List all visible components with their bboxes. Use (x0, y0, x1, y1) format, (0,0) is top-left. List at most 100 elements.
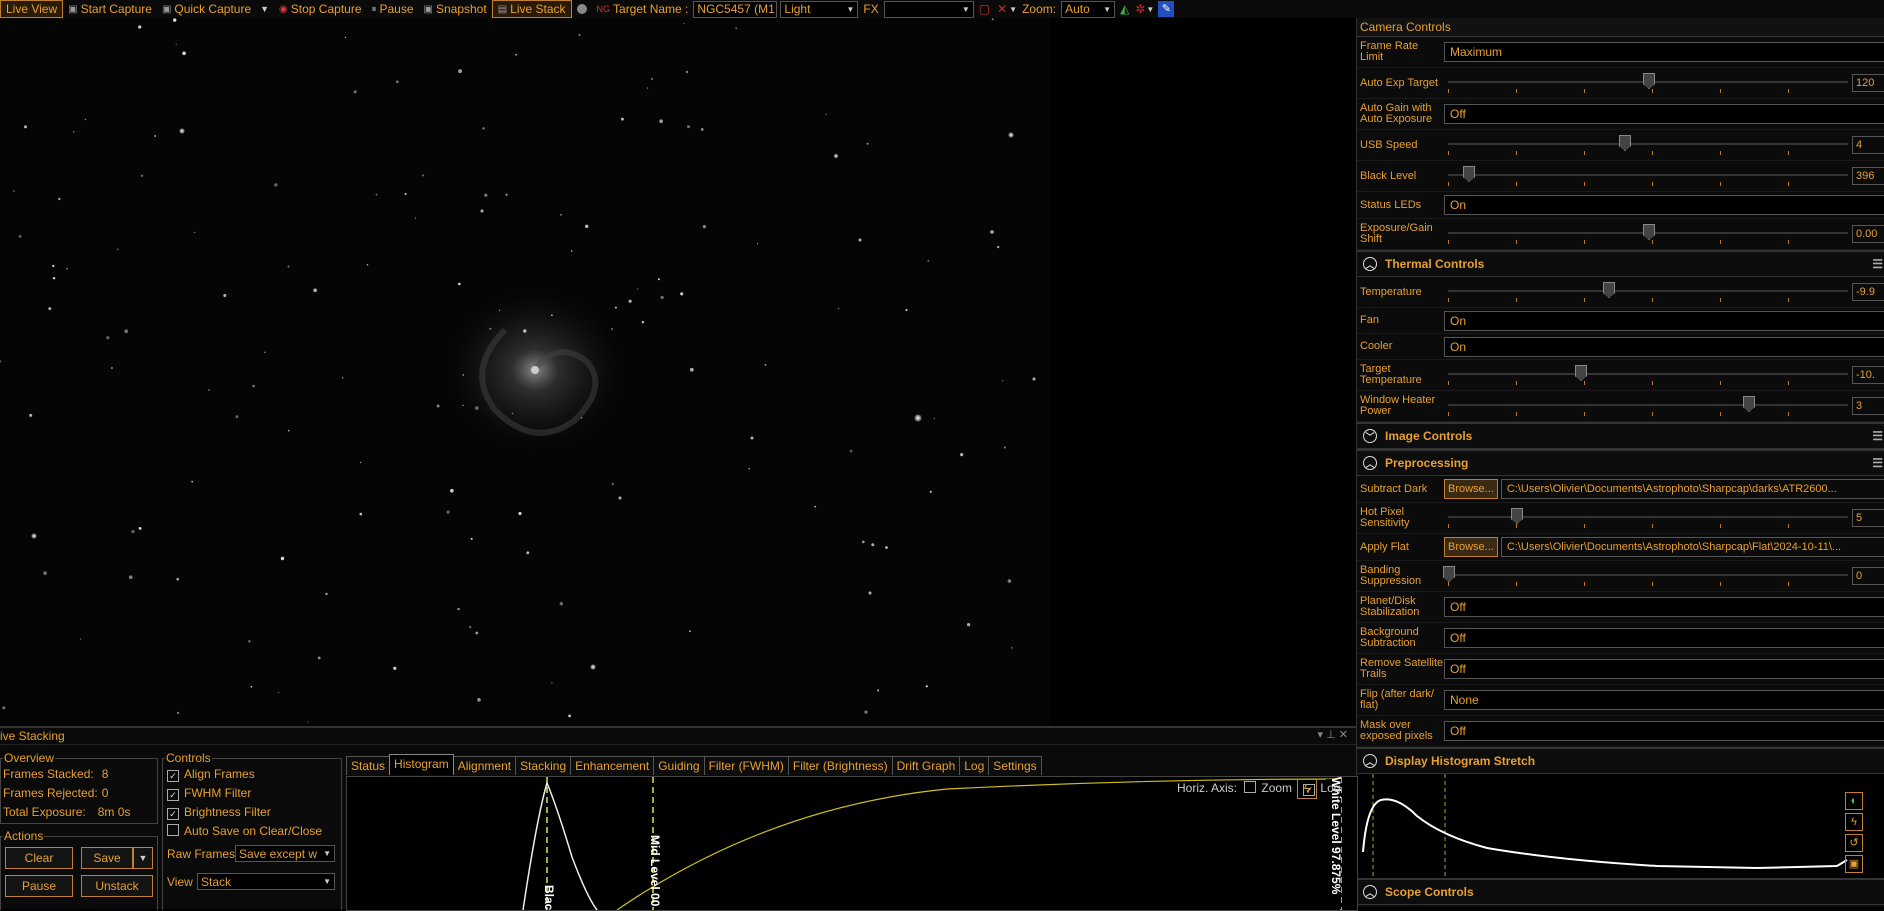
black-level-value[interactable]: 396 (1852, 167, 1884, 185)
slider-thumb[interactable] (1463, 166, 1475, 182)
chevron-down-icon[interactable]: ﹀ (1363, 429, 1377, 443)
live-view-button[interactable]: Live View (0, 0, 64, 18)
satellite-select[interactable]: Off (1444, 659, 1884, 679)
view-select[interactable]: Stack ▼ (197, 873, 335, 890)
display-stretch-header[interactable]: ︿ Display Histogram Stretch (1357, 747, 1884, 774)
image-controls-header[interactable]: ﹀ Image Controls ☰ (1357, 422, 1884, 449)
frame-rate-select[interactable]: Maximum (1444, 42, 1884, 62)
tab-enhancement[interactable]: Enhancement (570, 756, 655, 775)
start-capture-button[interactable]: ▣ Start Capture (63, 1, 157, 17)
mask-select[interactable]: Off (1444, 721, 1884, 741)
checkbox-checked[interactable]: ✓ (167, 808, 179, 820)
align-frames-checkbox[interactable]: ✓ Align Frames (167, 767, 255, 782)
fx-combo[interactable]: ▼ (883, 0, 974, 18)
auto-save-checkbox[interactable]: Auto Save on Clear/Close (167, 824, 322, 838)
display-stretch-histogram[interactable]: ◐ ϟ ↺ ▣ (1357, 774, 1884, 878)
usb-speed-value[interactable]: 4 (1852, 136, 1884, 154)
exp-gain-shift-value[interactable]: 0.00 (1852, 225, 1884, 243)
save-button[interactable]: Save (81, 847, 133, 869)
fwhm-filter-checkbox[interactable]: ✓ FWHM Filter (167, 786, 251, 801)
raw-frames-select[interactable]: Save except w ▼ (235, 845, 335, 862)
tab-guiding[interactable]: Guiding (653, 756, 705, 775)
auto-gain-select[interactable]: Off (1444, 104, 1884, 124)
cooler-select[interactable]: On (1444, 336, 1884, 357)
target-name-combo[interactable]: NGC5457 (M1▼ (693, 0, 787, 18)
usb-speed-slider[interactable] (1448, 133, 1848, 157)
chevron-down-icon[interactable]: ▼ (1146, 5, 1154, 14)
browse-dark-button[interactable]: Browse... (1444, 479, 1498, 499)
tab-drift-graph[interactable]: Drift Graph (891, 756, 961, 775)
auto-exp-slider[interactable] (1448, 71, 1848, 95)
tab-filter-fwhm[interactable]: Filter (FWHM) (703, 756, 789, 775)
hot-pixel-slider[interactable] (1448, 506, 1848, 530)
exp-gain-shift-slider[interactable] (1448, 222, 1848, 246)
snapshot-button[interactable]: ▣ Snapshot (419, 1, 492, 17)
checkbox-checked[interactable]: ✓ (167, 770, 179, 782)
tab-log[interactable]: Log (959, 756, 990, 775)
live-stack-button[interactable]: ▤ Live Stack (491, 0, 572, 18)
dark-path-field[interactable]: C:\Users\Olivier\Documents\Astrophoto\Sh… (1500, 479, 1884, 499)
histogram-panel[interactable]: Black Mid Level 00 White Level 97.875% H… (346, 776, 1358, 911)
tool-icon[interactable]: ✎ (1158, 1, 1175, 17)
target-temp-value[interactable]: -10. (1852, 366, 1884, 384)
slider-thumb[interactable] (1575, 365, 1587, 381)
hot-pixel-value[interactable]: 5 (1852, 509, 1884, 527)
lightning-icon[interactable]: ϟ (1845, 813, 1863, 831)
clear-button[interactable]: Clear (5, 847, 73, 869)
auto-exp-value[interactable]: 120 (1852, 74, 1884, 92)
reticle-icon[interactable]: ▢ (974, 1, 995, 17)
chevron-up-icon[interactable]: ︿ (1363, 754, 1377, 768)
slider-thumb[interactable] (1743, 396, 1755, 412)
tab-stacking[interactable]: Stacking (515, 756, 572, 775)
scope-controls-header[interactable]: ︿ Scope Controls (1357, 878, 1884, 905)
bg-sub-select[interactable]: Off (1444, 628, 1884, 648)
chevron-up-icon[interactable]: ︿ (1363, 257, 1377, 271)
tab-filter-brightness[interactable]: Filter (Brightness) (787, 756, 893, 775)
checkbox-checked[interactable]: ✓ (167, 789, 179, 801)
slider-thumb[interactable] (1443, 566, 1455, 582)
slider-thumb[interactable] (1643, 73, 1655, 89)
pin-icon[interactable]: ▾ ⊥ (1318, 729, 1336, 741)
tab-settings[interactable]: Settings (988, 756, 1042, 775)
preprocessing-header[interactable]: ︿ Preprocessing ☰ (1357, 449, 1884, 476)
focus-icon[interactable]: ✲ (1134, 1, 1146, 17)
auto-stretch-icon[interactable]: ◐ (1845, 792, 1863, 810)
banding-slider[interactable] (1443, 564, 1848, 588)
chevron-down-icon[interactable]: ▼ (260, 4, 269, 14)
save-icon[interactable]: ▣ (1845, 855, 1863, 873)
slider-thumb[interactable] (1643, 224, 1655, 240)
window-heater-slider[interactable] (1448, 394, 1848, 418)
zoom-checkbox[interactable] (1244, 781, 1257, 793)
reset-icon[interactable]: ↺ (1845, 834, 1863, 852)
tab-status[interactable]: Status (346, 756, 391, 775)
unstack-button[interactable]: Unstack (81, 875, 153, 897)
thermal-controls-header[interactable]: ︿ Thermal Controls ☰ (1357, 250, 1884, 277)
slider-thumb[interactable] (1511, 508, 1523, 524)
browse-flat-button[interactable]: Browse... (1444, 537, 1498, 557)
crosshair-icon[interactable]: ✕ (995, 1, 1009, 17)
image-viewport[interactable] (0, 18, 1050, 726)
chevron-up-icon[interactable]: ︿ (1363, 456, 1377, 470)
fan-select[interactable]: On (1444, 310, 1884, 331)
chevron-up-icon[interactable]: ︿ (1363, 885, 1377, 899)
record-toggle[interactable] (572, 1, 592, 17)
lightning-icon[interactable]: ϟ (1297, 779, 1317, 799)
checkbox-unchecked[interactable] (167, 824, 179, 836)
tab-alignment[interactable]: Alignment (452, 756, 517, 775)
zoom-combo[interactable]: Auto ▼ (1061, 0, 1116, 18)
save-dropdown-icon[interactable]: ▼ (133, 847, 153, 869)
banding-value[interactable]: 0 (1852, 567, 1884, 585)
brightness-filter-checkbox[interactable]: ✓ Brightness Filter (167, 805, 271, 820)
tab-histogram[interactable]: Histogram (389, 754, 454, 775)
pause-stack-button[interactable]: Pause (5, 875, 73, 897)
histogram-icon[interactable]: ◭ (1115, 1, 1134, 17)
slider-thumb[interactable] (1619, 135, 1631, 151)
menu-icon[interactable]: ☰ (1872, 456, 1883, 470)
stop-capture-button[interactable]: ◉ Stop Capture (274, 1, 366, 17)
planet-select[interactable]: Off (1444, 597, 1884, 617)
flip-select[interactable]: None (1444, 690, 1884, 710)
quick-capture-button[interactable]: ▣ Quick Capture ▼ (157, 1, 274, 17)
frame-type-combo[interactable]: Light ▼ (780, 0, 859, 18)
flat-path-field[interactable]: C:\Users\Olivier\Documents\Astrophoto\Sh… (1500, 537, 1884, 557)
menu-icon[interactable]: ☰ (1872, 257, 1883, 271)
